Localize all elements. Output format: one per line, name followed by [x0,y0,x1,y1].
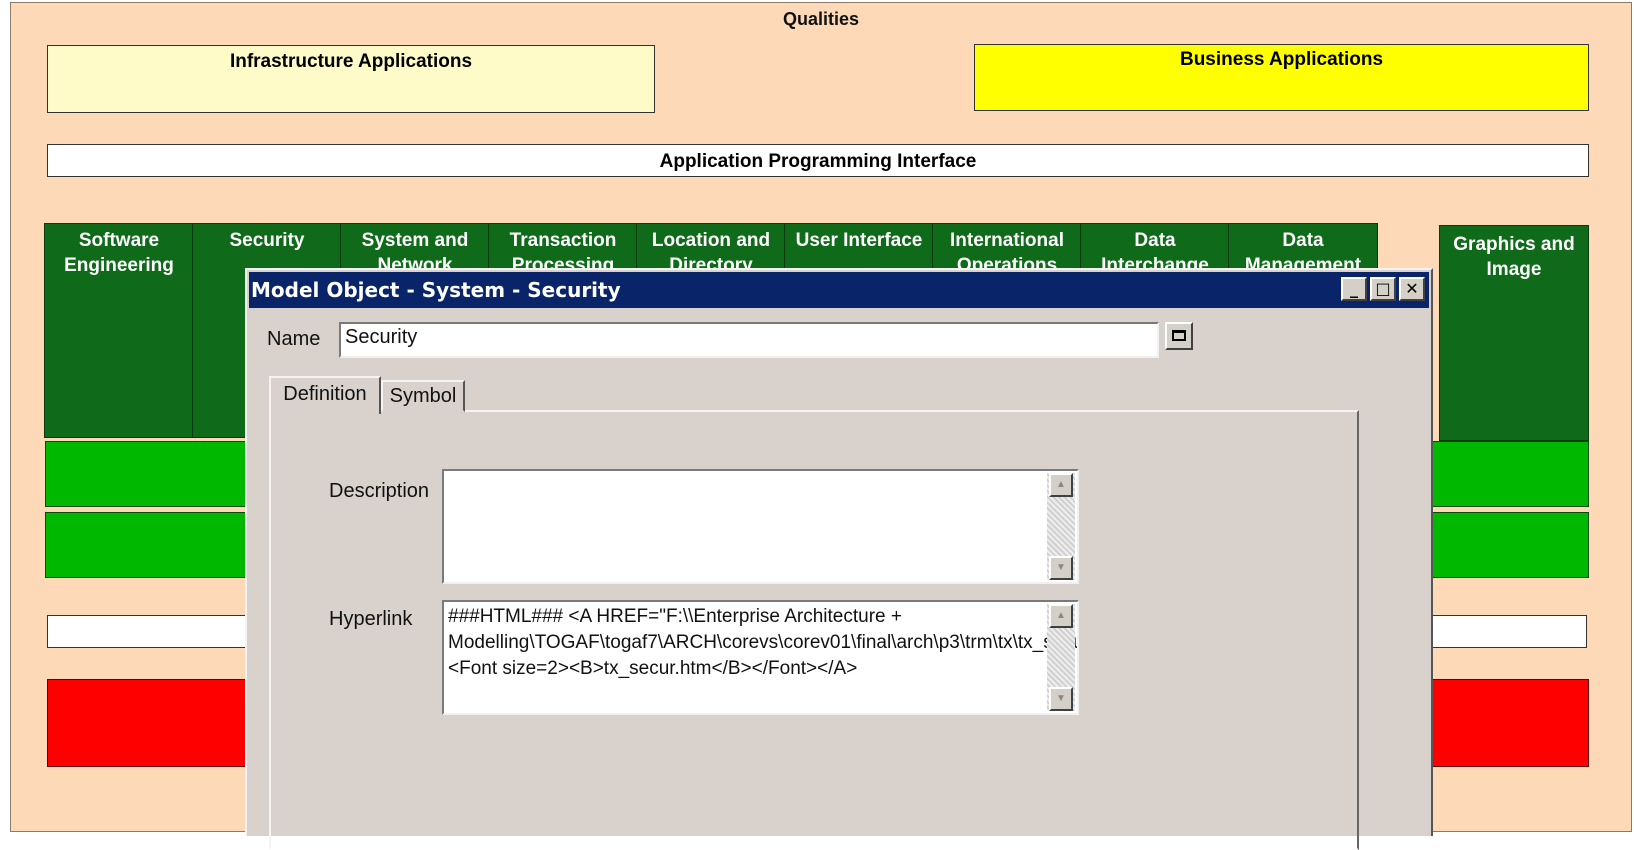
maximize-button[interactable]: □ [1370,277,1396,301]
business-applications-box[interactable]: Business Applications [974,44,1589,111]
dialog-titlebar[interactable]: Model Object - System - Security _ □ ✕ [249,272,1429,308]
api-box[interactable]: Application Programming Interface [47,144,1589,177]
service-graphics-image[interactable]: Graphics and Image [1439,225,1589,441]
hyperlink-scrollbar[interactable]: ▲ ▼ [1047,602,1077,713]
model-object-dialog: Model Object - System - Security _ □ ✕ N… [245,268,1433,850]
description-field[interactable] [442,469,1079,584]
infrastructure-applications-box[interactable]: Infrastructure Applications [47,45,655,113]
scroll-up-icon[interactable]: ▲ [1049,473,1073,497]
close-button[interactable]: ✕ [1399,277,1425,301]
hyperlink-field[interactable]: ###HTML### <A HREF="F:\\Enterprise Archi… [442,600,1079,715]
scroll-down-icon[interactable]: ▼ [1049,687,1073,711]
tab-symbol[interactable]: Symbol [381,380,465,412]
minimize-button[interactable]: _ [1341,277,1367,301]
tab-definition[interactable]: Definition [269,376,381,414]
hyperlink-label: Hyperlink [329,608,413,630]
scroll-down-icon[interactable]: ▼ [1049,556,1073,580]
dialog-title: Model Object - System - Security [251,278,621,302]
diagram-title: Qualities [782,9,860,29]
description-scrollbar[interactable]: ▲ ▼ [1047,471,1077,582]
description-label: Description [329,480,430,502]
name-field[interactable]: Security [339,322,1159,358]
name-browse-button[interactable] [1165,322,1193,350]
scroll-up-icon[interactable]: ▲ [1049,604,1073,628]
name-label: Name [267,328,321,350]
service-software-engineering[interactable]: Software Engineering [44,223,194,438]
window-icon [1172,330,1186,341]
